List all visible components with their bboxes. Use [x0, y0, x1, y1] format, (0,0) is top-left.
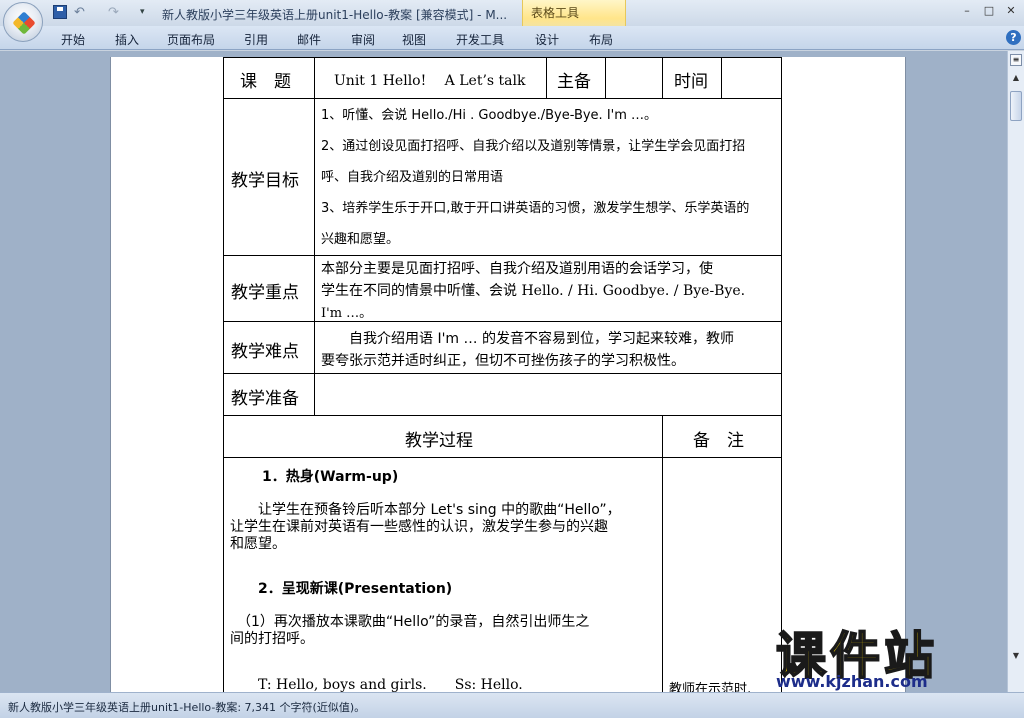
objective-line-4: 3、培养学生乐于开口,敢于开口讲英语的习惯，激发学生想学、乐学英语的	[321, 201, 750, 216]
help-icon[interactable]: ?	[1006, 30, 1021, 45]
cell-process-header[interactable]: 教学过程	[223, 415, 663, 458]
document-workspace: 课 题 Unit 1 Hello! A Let’s talk 主备 时间 教学目…	[0, 51, 1007, 692]
table-tools-label: 表格工具	[531, 6, 580, 20]
notes-text: 教师在示范时,	[669, 682, 752, 692]
objective-line-1: 1、听懂、会说 Hello./Hi . Goodbye./Bye-Bye. I'…	[321, 108, 658, 123]
status-bar: 新人教版小学三年级英语上册unit1-Hello-教案: 7,341 个字符(近…	[0, 692, 1024, 718]
objective-line-2: 2、通过创设见面打招呼、自我介绍以及道别等情景，让学生学会见面打招	[321, 139, 746, 154]
redo-icon[interactable]: ↷	[108, 5, 119, 21]
cell-time-value[interactable]	[721, 57, 782, 99]
maximize-button[interactable]: □	[978, 2, 1000, 20]
tab-mailings[interactable]: 邮件	[297, 31, 321, 48]
cell-keypoints-label[interactable]: 教学重点	[223, 255, 315, 322]
watermark-logo: 课件站 www.kjzhan.com	[768, 614, 1008, 694]
office-button[interactable]	[3, 2, 43, 42]
tab-view[interactable]: 视图	[402, 31, 426, 48]
tab-insert[interactable]: 插入	[115, 31, 139, 48]
cell-objectives[interactable]: 1、听懂、会说 Hello./Hi . Goodbye./Bye-Bye. I'…	[314, 98, 782, 256]
cell-keypoints[interactable]: 本部分主要是见面打招呼、自我介绍及道别用语的会话学习，使 学生在不同的情景中听懂…	[314, 255, 782, 322]
keypoints-line-3: I'm …。	[321, 306, 373, 321]
customize-toolbar-icon[interactable]: ▾	[140, 7, 145, 23]
tab-layout[interactable]: 布局	[589, 31, 613, 48]
difficulties-line-2: 要夸张示范并适时纠正，但切不可挫伤孩子的学习积极性。	[321, 353, 685, 369]
office-logo-icon	[12, 11, 36, 35]
tab-page-layout[interactable]: 页面布局	[167, 31, 215, 48]
notes-header: 备 注	[693, 431, 744, 451]
difficulties-line-1: 自我介绍用语 I'm … 的发音不容易到位，学习起来较难，教师	[321, 331, 734, 347]
ribbon-tabs: 开始 插入 页面布局 引用 邮件 审阅 视图 开发工具 设计 布局 ?	[0, 26, 1024, 50]
objective-line-5: 兴趣和愿望。	[321, 232, 400, 247]
cell-objectives-label[interactable]: 教学目标	[223, 98, 315, 256]
keypoints-line-1: 本部分主要是见面打招呼、自我介绍及道别用语的会话学习，使	[321, 261, 713, 277]
cell-topic[interactable]: Unit 1 Hello! A Let’s talk	[314, 57, 547, 99]
step2-title: 2．呈现新课(Presentation)	[258, 581, 453, 597]
scroll-thumb[interactable]	[1010, 91, 1022, 121]
tab-review[interactable]: 审阅	[351, 31, 375, 48]
objectives-label: 教学目标	[231, 171, 299, 191]
save-icon[interactable]	[53, 5, 67, 19]
difficulties-label: 教学难点	[231, 342, 299, 362]
title-bar: ↶ ↷ ▾ 新人教版小学三年级英语上册unit1-Hello-教案 [兼容模式]…	[0, 0, 1024, 46]
vertical-scrollbar[interactable]: ≡ ▲ ▼	[1007, 51, 1024, 692]
process-header: 教学过程	[405, 431, 473, 451]
cell-notes-body[interactable]: 教师在示范时,	[662, 457, 782, 692]
topic-label: 课 题	[240, 72, 291, 92]
tab-references[interactable]: 引用	[244, 31, 268, 48]
cell-process-body[interactable]: 1．热身(Warm-up) 让学生在预备铃后听本部分 Let's sing 中的…	[223, 457, 663, 692]
tab-developer[interactable]: 开发工具	[456, 31, 504, 48]
cell-preparation[interactable]	[314, 373, 782, 416]
step1-title: 1．热身(Warm-up)	[262, 469, 399, 485]
step1-line-2: 让学生在课前对英语有一些感性的认识，激发学生参与的兴趣	[230, 519, 608, 535]
scroll-down-icon[interactable]: ▼	[1010, 651, 1022, 663]
step2-line-2: 间的打招呼。	[230, 631, 314, 647]
step2-line-1: （1）再次播放本课歌曲“Hello”的录音，自然引出师生之	[230, 614, 590, 630]
minimize-button[interactable]: –	[956, 2, 978, 20]
step1-line-3: 和愿望。	[230, 536, 286, 552]
view-ruler-icon[interactable]: ≡	[1010, 54, 1022, 66]
dialog-line: T: Hello, boys and girls. Ss: Hello.	[258, 677, 523, 692]
tab-design[interactable]: 设计	[535, 31, 559, 48]
status-word-count[interactable]: 新人教版小学三年级英语上册unit1-Hello-教案: 7,341 个字符(近…	[8, 699, 365, 715]
cell-zhubei-label[interactable]: 主备	[546, 57, 606, 99]
cell-preparation-label[interactable]: 教学准备	[223, 373, 315, 416]
document-page[interactable]: 课 题 Unit 1 Hello! A Let’s talk 主备 时间 教学目…	[110, 57, 906, 692]
time-label: 时间	[674, 72, 708, 92]
zhubei-label: 主备	[557, 72, 591, 92]
keypoints-line-2: 学生在不同的情景中听懂、会说 Hello. / Hi. Goodbye. / B…	[321, 283, 746, 299]
scroll-up-icon[interactable]: ▲	[1010, 73, 1022, 87]
keypoints-label: 教学重点	[231, 283, 299, 303]
cell-time-label[interactable]: 时间	[662, 57, 722, 99]
cell-difficulties-label[interactable]: 教学难点	[223, 321, 315, 374]
cell-difficulties[interactable]: 自我介绍用语 I'm … 的发音不容易到位，学习起来较难，教师 要夸张示范并适时…	[314, 321, 782, 374]
cell-topic-label[interactable]: 课 题	[223, 57, 315, 99]
tab-home[interactable]: 开始	[61, 31, 85, 48]
undo-icon[interactable]: ↶	[74, 5, 85, 21]
step1-line-1: 让学生在预备铃后听本部分 Let's sing 中的歌曲“Hello”，	[230, 502, 621, 518]
watermark-url: www.kjzhan.com	[776, 672, 928, 691]
preparation-label: 教学准备	[231, 389, 299, 409]
close-button[interactable]: ✕	[1000, 2, 1022, 20]
cell-zhubei-value[interactable]	[605, 57, 663, 99]
window-title: 新人教版小学三年级英语上册unit1-Hello-教案 [兼容模式] - M..…	[162, 8, 508, 22]
cell-notes-header[interactable]: 备 注	[662, 415, 782, 458]
topic-value: Unit 1 Hello! A Let’s talk	[334, 73, 526, 89]
objective-line-3: 呼、自我介绍及道别的日常用语	[321, 170, 504, 185]
